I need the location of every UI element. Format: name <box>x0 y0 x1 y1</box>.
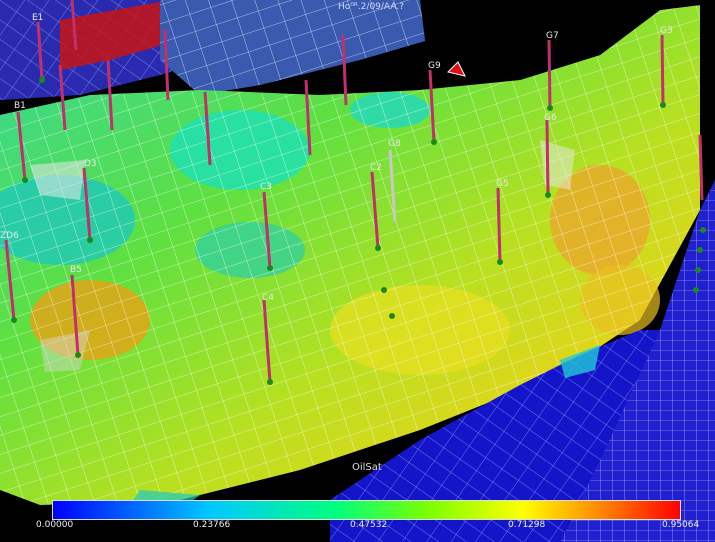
legend-tick-1: 0.23766 <box>193 520 231 530</box>
property-name-label: OilSat <box>352 462 382 473</box>
well-label-C4: C4 <box>262 293 275 303</box>
well-label-G9: G9 <box>428 61 441 71</box>
well-label-G6: G6 <box>544 113 557 123</box>
legend-tick-0: 0.00000 <box>36 520 74 530</box>
well-label-C2: C2 <box>370 163 383 173</box>
well-label-E1: E1 <box>32 13 44 23</box>
well-label-D3: D3 <box>84 159 97 169</box>
well-label-G3: G3 <box>660 26 673 36</box>
well-label-G5: G5 <box>496 179 509 189</box>
3d-viewport[interactable]: Ho⁰ᴿ.2/09/AA.? E1 B1 D3 ZD6 B5 C3 C4 G8 … <box>0 0 715 542</box>
legend-tick-2: 0.47532 <box>350 520 388 530</box>
well-label-B1: B1 <box>14 101 26 111</box>
color-legend <box>52 500 681 520</box>
well-label-G7: G7 <box>546 31 559 41</box>
reservoir-grid-3d[interactable] <box>0 0 715 542</box>
top-annotation-label: Ho⁰ᴿ.2/09/AA.? <box>338 2 404 12</box>
well-label-G8: G8 <box>388 139 401 149</box>
legend-tick-4: 0.95064 <box>662 520 700 530</box>
well-label-C3: C3 <box>260 182 273 192</box>
well-label-B5: B5 <box>70 265 82 275</box>
legend-tick-3: 0.71298 <box>508 520 546 530</box>
well-label-ZD6: ZD6 <box>0 231 19 241</box>
color-legend-bar <box>52 500 681 520</box>
